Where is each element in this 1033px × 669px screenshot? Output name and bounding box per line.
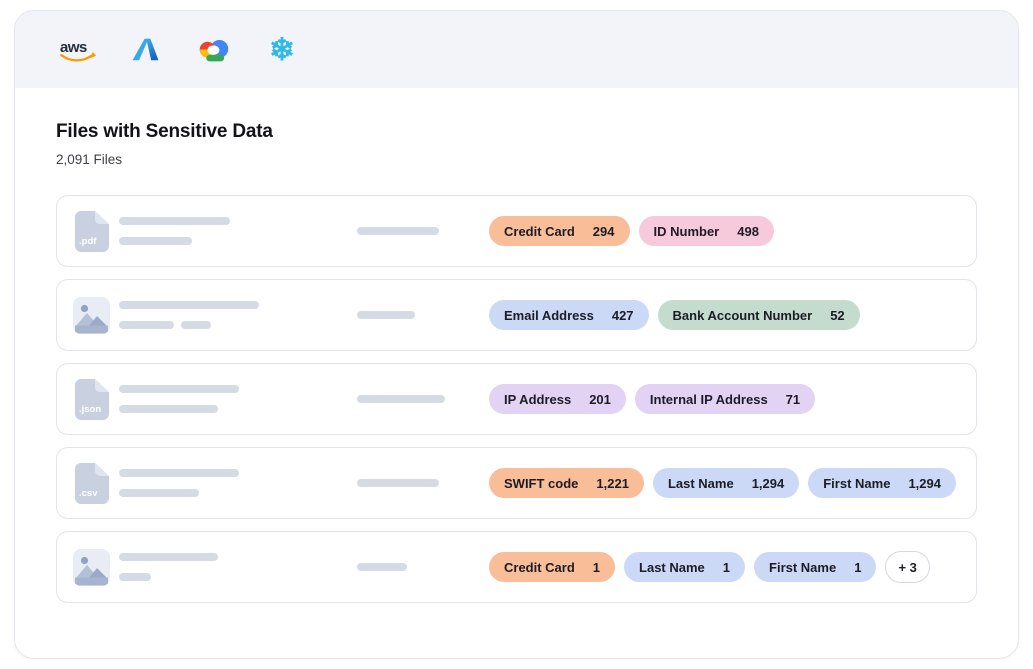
page-title: Files with Sensitive Data [56,121,977,143]
sensitive-data-tags: SWIFT code 1,221 Last Name 1,294 First Name 1… [489,468,956,498]
tag-label: ID Number [654,224,720,239]
sensitive-data-tags: IP Address 201 Internal IP Address 71 [489,384,815,414]
aws-wordmark: aws [60,38,87,55]
skeleton-bar [119,489,199,497]
tag-label: Last Name [639,560,705,575]
tag-count: 1 [854,560,861,575]
skeleton-bar [119,217,230,225]
google-cloud-logo [195,35,233,64]
sensitive-data-tag: IP Address 201 [489,384,626,414]
tag-label: Email Address [504,308,594,323]
tag-count: 1,221 [596,476,629,491]
tag-label: Internal IP Address [650,392,768,407]
skeleton-bar [357,311,415,319]
aws-logo: aws [58,36,96,64]
skeleton-bar [181,321,211,329]
sensitive-data-tag: SWIFT code 1,221 [489,468,644,498]
svg-text:.pdf: .pdf [79,236,97,247]
pdf-file-icon: .pdf [73,210,110,252]
tag-count: 1,294 [752,476,785,491]
redacted-file-name [119,217,357,245]
tag-count: 71 [786,392,800,407]
skeleton-bar [357,227,439,235]
svg-text:.csv: .csv [79,488,98,499]
azure-logo [132,36,159,63]
image-file-icon [73,294,110,336]
skeleton-bar [119,405,218,413]
sensitive-data-tags: Credit Card 294 ID Number 498 [489,216,774,246]
svg-text:.json: .json [79,404,101,415]
tag-count: 52 [830,308,844,323]
sensitive-data-tag: Bank Account Number 52 [658,300,860,330]
file-list: .pdf Credit Card 294 ID Number 498 Email Ad… [56,195,977,603]
skeleton-bar [119,469,239,477]
skeleton-bar [357,395,445,403]
redacted-file-name [119,385,357,413]
redacted-file-name [119,553,357,581]
azure-a-right-icon [146,39,158,61]
file-row[interactable]: .json IP Address 201 Internal IP Address 71 [56,363,977,435]
sensitive-data-tags: Credit Card 1 Last Name 1 First Name 1 + 3 [489,551,930,583]
azure-a-left-icon [133,39,149,61]
skeleton-bar [119,237,192,245]
tag-label: Credit Card [504,224,575,239]
tag-count: 1 [593,560,600,575]
file-row[interactable]: .csv SWIFT code1,221Last Name1,294First … [56,447,977,519]
tag-label: Credit Card [504,560,575,575]
redacted-file-name [119,469,357,497]
tag-label: SWIFT code [504,476,578,491]
tag-label: First Name [823,476,890,491]
file-row[interactable]: .pdf Credit Card 294 ID Number 498 [56,195,977,267]
tag-label: First Name [769,560,836,575]
skeleton-bar [119,385,239,393]
tag-label: IP Address [504,392,571,407]
sensitive-data-tag: Email Address 427 [489,300,649,330]
sensitive-data-tag: Last Name 1 [624,552,745,582]
skeleton-bar [357,563,407,571]
sensitive-data-tag: Credit Card 1 [489,552,615,582]
sensitive-data-tags: Email Address 427 Bank Account Number 52 [489,300,860,330]
tag-count: 1 [723,560,730,575]
tag-count: 201 [589,392,611,407]
file-row[interactable]: Credit Card 1 Last Name 1 First Name 1 + 3 [56,531,977,603]
cloud-providers-bar: aws [15,11,1018,88]
snowflake-logo: ❄ [269,34,295,65]
skeleton-bar [119,573,151,581]
redacted-file-name [119,301,357,329]
gcloud-green-icon [206,55,224,62]
tag-count: 427 [612,308,634,323]
sensitive-data-tag: ID Number 498 [639,216,774,246]
tag-count: 498 [737,224,759,239]
csv-file-icon: .csv [73,462,110,504]
skeleton-bar [119,301,259,309]
dashboard-card: aws [14,10,1019,659]
json-file-icon: .json [73,378,110,420]
sensitive-data-tag: First Name 1 [754,552,876,582]
skeleton-bar [119,321,174,329]
skeleton-bar [357,479,439,487]
skeleton-bar [119,553,218,561]
file-row[interactable]: Email Address 427 Bank Account Number 52 [56,279,977,351]
tag-label: + 3 [898,560,916,575]
image-file-icon [73,546,110,588]
more-tags-chip[interactable]: + 3 [885,551,929,583]
sensitive-data-tag: Internal IP Address 71 [635,384,815,414]
sensitive-data-tag: Credit Card 294 [489,216,630,246]
tag-count: 294 [593,224,615,239]
content-area: Files with Sensitive Data 2,091 Files .p… [15,88,1018,603]
file-count: 2,091 Files [56,152,977,167]
sensitive-data-tag: First Name 1,294 [808,468,956,498]
sensitive-data-tag: Last Name 1,294 [653,468,799,498]
tag-label: Bank Account Number [673,308,813,323]
tag-label: Last Name [668,476,734,491]
tag-count: 1,294 [908,476,941,491]
gcloud-center-icon [207,45,219,55]
